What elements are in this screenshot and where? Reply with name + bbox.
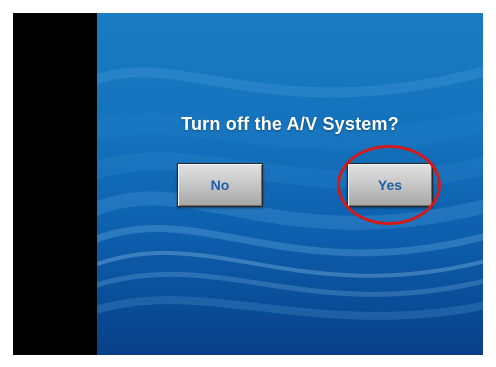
touch-screen: Turn off the A/V System? No Yes — [97, 13, 483, 355]
no-button-label: No — [210, 177, 230, 193]
no-button[interactable]: No — [177, 163, 263, 207]
yes-button-label: Yes — [377, 177, 403, 193]
device-frame: Turn off the A/V System? No Yes — [13, 13, 483, 355]
yes-button[interactable]: Yes — [347, 163, 433, 207]
dialog-prompt: Turn off the A/V System? — [181, 114, 399, 134]
